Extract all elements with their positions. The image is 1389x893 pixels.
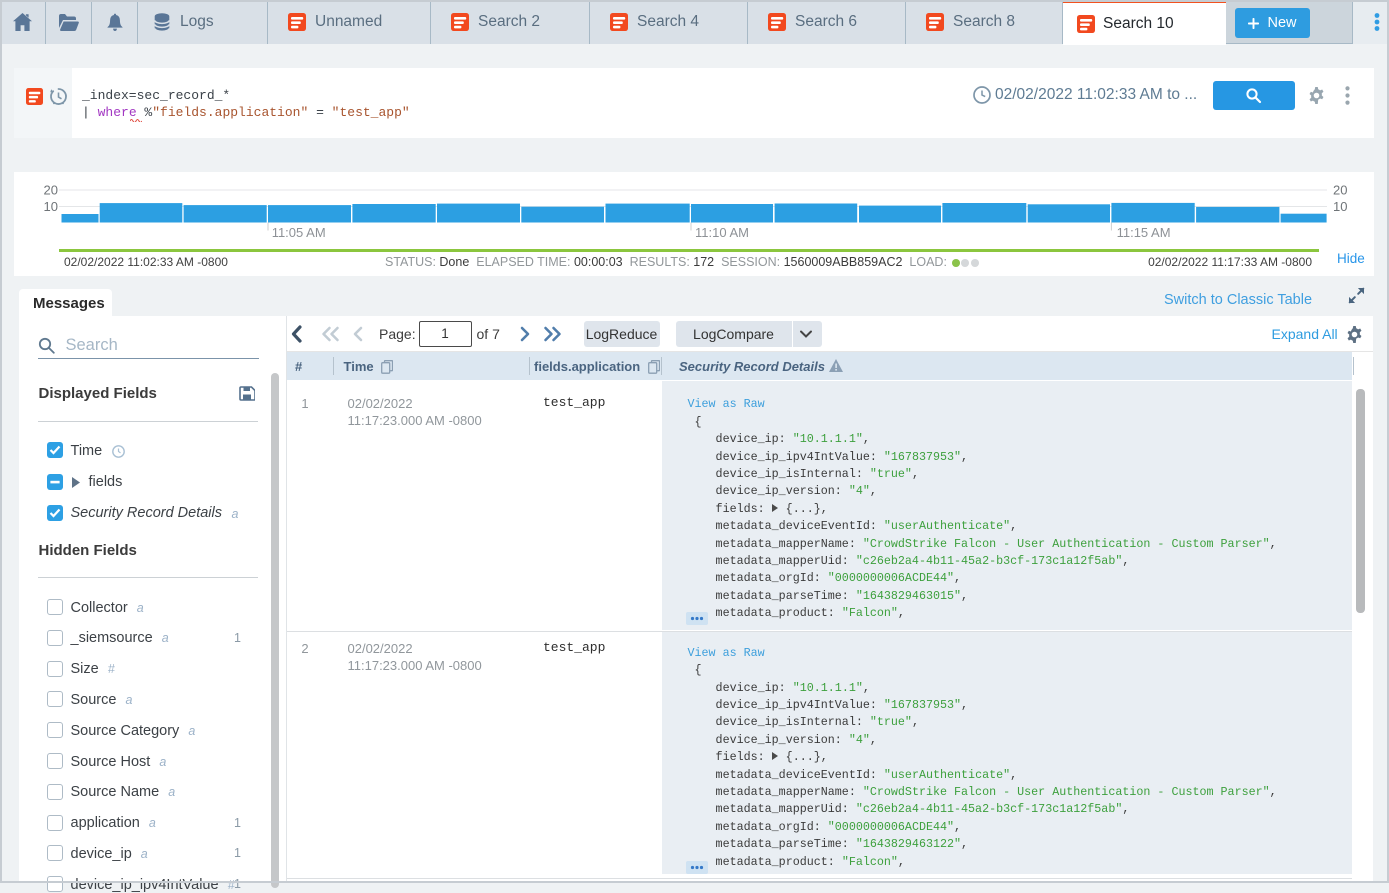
svg-text:11:05 AM: 11:05 AM bbox=[272, 225, 326, 240]
svg-text:20: 20 bbox=[44, 183, 58, 198]
svg-text:10: 10 bbox=[44, 199, 58, 214]
svg-text:11:10 AM: 11:10 AM bbox=[695, 225, 749, 240]
svg-text:20: 20 bbox=[1333, 183, 1347, 198]
svg-text:10: 10 bbox=[1333, 199, 1347, 214]
svg-text:11:15 AM: 11:15 AM bbox=[1117, 225, 1171, 240]
